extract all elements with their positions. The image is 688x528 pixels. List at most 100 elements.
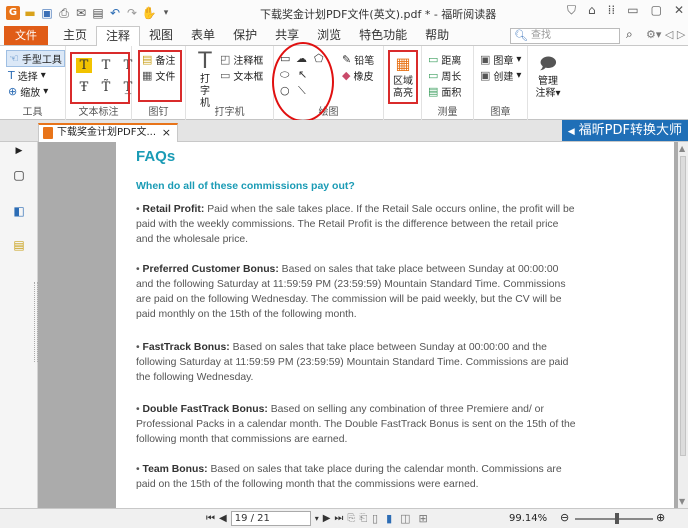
scroll-up-icon[interactable]: ▲: [679, 144, 685, 153]
zoom-in-icon[interactable]: ⊕: [656, 511, 665, 524]
tab-comment[interactable]: 注释: [96, 26, 141, 46]
typewriter-group-label: 打字机: [214, 107, 245, 118]
close-icon[interactable]: ✕: [674, 3, 684, 18]
zoom-level[interactable]: 99.14%: [509, 513, 547, 524]
perimeter-button[interactable]: ▭ 周长: [428, 68, 461, 83]
pencil-button[interactable]: ✎ 铅笔: [342, 52, 374, 67]
vertical-scrollbar[interactable]: ▲ ▼: [678, 142, 688, 508]
faq-item: • Double FastTrack Bonus: Based on selli…: [136, 404, 576, 445]
create-stamp-button[interactable]: ▣ 创建 ▾: [480, 68, 521, 83]
file-menu[interactable]: 文件: [4, 26, 48, 45]
expand-panel-icon[interactable]: ▶: [12, 146, 26, 162]
title-bar: G ▬ ▣ ⎙ ✉ ▤ ↶ ↷ ✋ ▾ 下载奖金计划PDF文件(英文).pdf …: [0, 0, 688, 26]
tab-browse[interactable]: 浏览: [308, 26, 350, 45]
prev-page-icon[interactable]: ◀: [219, 513, 227, 524]
manage-comments-button[interactable]: 🗩 管理 注释▾: [532, 52, 564, 100]
typewriter-button[interactable]: T 打字机: [192, 50, 218, 110]
faq-item: • FastTrack Bonus: Based on sales that t…: [136, 342, 569, 383]
zoom-slider-handle[interactable]: [615, 513, 619, 524]
extract-page-icon[interactable]: ⎘: [347, 513, 355, 524]
group-tools: ☜ 手型工具 T 选择 ▾ ⊕ 缩放 ▾ 工具: [0, 46, 66, 120]
promo-banner[interactable]: ◀ 福昕PDF转换大师: [561, 120, 688, 141]
scroll-down-icon[interactable]: ▼: [679, 497, 685, 506]
zoom-button[interactable]: ⊕ 缩放 ▾: [8, 84, 48, 99]
tab-features[interactable]: 特色功能: [350, 26, 416, 45]
annotation-red-box: [70, 52, 130, 104]
tab-form[interactable]: 表单: [182, 26, 224, 45]
pencil-icon: ✎: [342, 53, 352, 66]
eraser-icon: ◆: [342, 69, 351, 82]
next-page-icon[interactable]: ▶: [323, 513, 331, 524]
distance-button[interactable]: ▭ 距离: [428, 52, 461, 67]
page-dropdown-icon[interactable]: ▾: [315, 514, 319, 523]
group-manage: 🗩 管理 注释▾: [528, 46, 568, 120]
tab-protect[interactable]: 保护: [224, 26, 266, 45]
perimeter-label: 周长: [441, 72, 462, 83]
tab-view[interactable]: 视图: [140, 26, 182, 45]
manage-comments-icon: 🗩: [539, 54, 557, 73]
comments-icon[interactable]: ▤: [12, 238, 26, 254]
clipboard-icon[interactable]: ▤: [91, 6, 105, 20]
hand-tool-button[interactable]: ☜ 手型工具: [6, 50, 65, 67]
annotation-red-box: [388, 50, 418, 104]
select-button[interactable]: T 选择 ▾: [8, 68, 46, 83]
tab-home[interactable]: 主页: [54, 26, 96, 45]
save-icon[interactable]: ▣: [40, 6, 54, 20]
hand-icon: ☜: [9, 52, 19, 65]
hand-tool-icon[interactable]: ✋: [142, 6, 157, 20]
faq-item-label: FastTrack Bonus:: [142, 342, 230, 353]
pencil-label: 铅笔: [354, 56, 375, 67]
continuous-page-icon[interactable]: ▮: [386, 512, 392, 525]
document-tab[interactable]: 下载奖金计划PDF文... ×: [38, 123, 178, 142]
pdf-file-icon: [43, 127, 53, 139]
pdf-page: FAQs When do all of these commissions pa…: [116, 142, 674, 508]
annotation-red-ellipse: [272, 42, 334, 122]
zoom-slider[interactable]: [575, 518, 653, 520]
pages-icon[interactable]: ▢: [12, 168, 26, 184]
skin-icon[interactable]: ⌂: [588, 3, 596, 18]
group-measure: ▭ 距离 ▭ 周长 ▤ 面积 测量: [422, 46, 474, 120]
stamp-label: 图章: [493, 56, 514, 67]
stamp-icon: ▣: [480, 53, 491, 66]
document-tab-strip: 下载奖金计划PDF文... × ◀ 福昕PDF转换大师: [0, 120, 688, 142]
ribbon: ☜ 手型工具 T 选择 ▾ ⊕ 缩放 ▾ 工具 T T T Ŧ T̃ T̲ 文本…: [0, 42, 688, 122]
single-page-icon[interactable]: ▯: [372, 512, 378, 525]
tab-help[interactable]: 帮助: [416, 26, 458, 45]
continuous-facing-icon[interactable]: ⊞: [419, 512, 428, 525]
callout-button[interactable]: ◰ 注释框: [220, 52, 263, 67]
callout-label: 注释框: [233, 56, 264, 67]
window-controls: ⛉ ⌂ ⁞⁞ ▭ ▢ ✕: [567, 3, 684, 18]
area-button[interactable]: ▤ 面积: [428, 84, 461, 99]
stamp-button[interactable]: ▣ 图章 ▾: [480, 52, 521, 67]
grid-icon[interactable]: ⁞⁞: [608, 3, 616, 18]
open-folder-icon[interactable]: ▬: [23, 6, 37, 20]
typewriter-icon: T: [198, 49, 212, 74]
zoom-out-icon[interactable]: ⊖: [560, 511, 569, 524]
search-input[interactable]: 🔍︎ 查找: [510, 28, 620, 44]
faq-item-label: Retail Profit:: [142, 204, 205, 215]
facing-page-icon[interactable]: ◫: [400, 512, 410, 525]
customize-icon[interactable]: ▾: [159, 6, 173, 20]
minimize-icon[interactable]: ▭: [627, 3, 638, 18]
search-go-icon[interactable]: ⌕: [626, 27, 633, 42]
eraser-button[interactable]: ◆ 橡皮: [342, 68, 373, 83]
page-number-input[interactable]: 19 / 21: [230, 511, 311, 526]
maximize-icon[interactable]: ▢: [651, 3, 662, 18]
area-label: 面积: [441, 88, 462, 99]
email-icon[interactable]: ✉: [74, 6, 88, 20]
last-page-icon[interactable]: ⏭: [334, 513, 343, 524]
tools-group-label: 工具: [22, 107, 43, 118]
scroll-thumb[interactable]: [680, 156, 686, 456]
document-viewport[interactable]: FAQs When do all of these commissions pa…: [38, 142, 678, 508]
textbox-button[interactable]: ▭ 文本框: [220, 68, 263, 83]
close-tab-icon[interactable]: ×: [162, 125, 171, 141]
settings-icon[interactable]: ⚙▾ ◁ ▷: [646, 28, 685, 41]
redo-icon[interactable]: ↷: [125, 6, 139, 20]
undo-icon[interactable]: ↶: [108, 6, 122, 20]
print-icon[interactable]: ⎙: [57, 6, 71, 20]
layers-icon[interactable]: ◧: [12, 204, 26, 220]
cart-icon[interactable]: ⛉: [567, 3, 576, 18]
first-page-icon[interactable]: ⏮: [206, 513, 215, 524]
insert-page-icon[interactable]: ⎗: [359, 513, 367, 524]
group-stamp: ▣ 图章 ▾ ▣ 创建 ▾ 图章: [474, 46, 528, 120]
